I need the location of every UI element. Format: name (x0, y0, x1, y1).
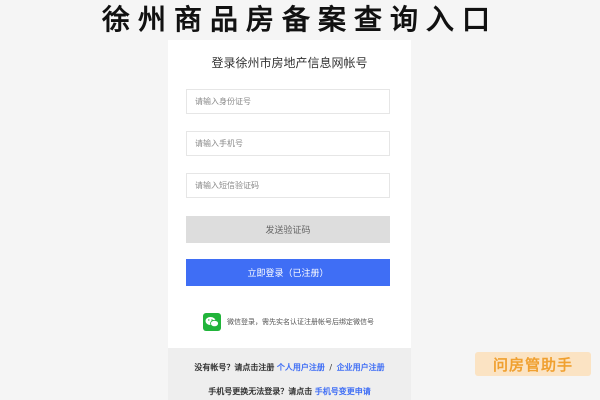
id-number-input[interactable] (186, 89, 390, 114)
enterprise-register-link[interactable]: 企业用户注册 (337, 363, 385, 372)
phone-change-line: 手机号更换无法登录？请点击 手机号变更申请 (168, 386, 411, 397)
page: 徐州商品房备案查询入口 登录徐州市房地产信息网帐号 发送验证码 立即登录（已注册… (0, 0, 600, 400)
wechat-login-row: 微信登录，需先实名认证注册帐号后绑定微信号 (203, 313, 374, 331)
login-button[interactable]: 立即登录（已注册） (186, 259, 390, 286)
register-separator: / (329, 363, 333, 372)
sms-code-input[interactable] (186, 173, 390, 198)
no-account-text: 没有帐号？请点击注册 (194, 363, 275, 372)
register-line: 没有帐号？请点击注册 个人用户注册 / 企业用户注册 (168, 362, 411, 373)
watermark-text: 问房管助手 (492, 355, 573, 374)
login-title: 登录徐州市房地产信息网帐号 (211, 56, 368, 70)
phone-input[interactable] (186, 131, 390, 156)
login-card: 登录徐州市房地产信息网帐号 发送验证码 立即登录（已注册） 微信登录，需先实名认… (168, 40, 411, 358)
footer-panel: 没有帐号？请点击注册 个人用户注册 / 企业用户注册 手机号更换无法登录？请点击… (168, 348, 411, 400)
personal-register-link[interactable]: 个人用户注册 (277, 363, 325, 372)
page-banner-title: 徐州商品房备案查询入口 (101, 3, 498, 36)
wechat-login-text: 微信登录，需先实名认证注册帐号后绑定微信号 (227, 318, 374, 326)
phone-change-link[interactable]: 手机号变更申请 (315, 387, 371, 396)
wechat-icon[interactable] (203, 313, 221, 331)
send-code-button[interactable]: 发送验证码 (186, 216, 390, 243)
watermark-badge: 问房管助手 (475, 352, 591, 376)
phone-change-text: 手机号更换无法登录？请点击 (208, 387, 313, 396)
